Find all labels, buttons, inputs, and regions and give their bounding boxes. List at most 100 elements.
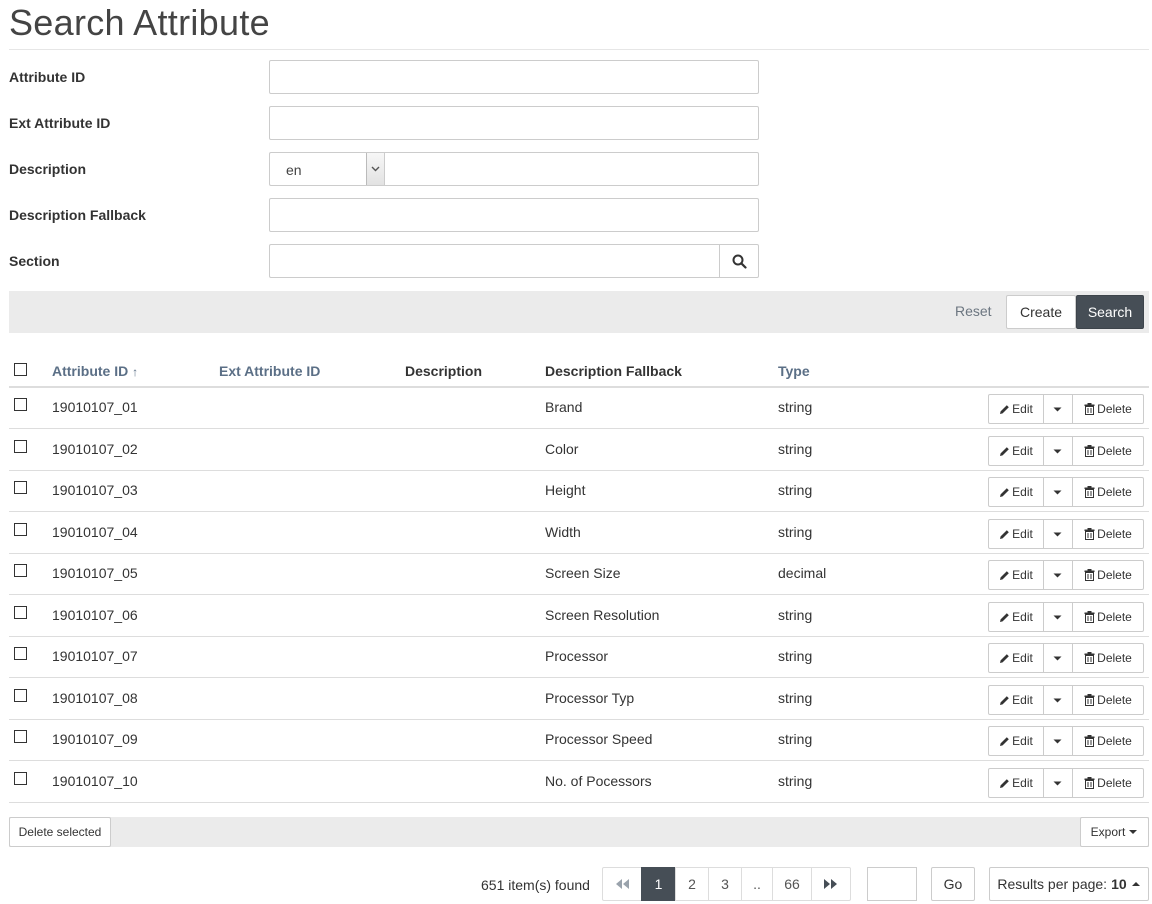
row-actions-dropdown-button[interactable]	[1043, 643, 1073, 673]
row-actions-dropdown-button[interactable]	[1043, 477, 1073, 507]
delete-label: Delete	[1097, 444, 1132, 458]
row-actions-dropdown-button[interactable]	[1043, 768, 1073, 798]
delete-button[interactable]: Delete	[1072, 477, 1144, 507]
edit-button[interactable]: Edit	[988, 477, 1044, 507]
row-checkbox[interactable]	[14, 398, 27, 411]
page-button-3[interactable]: 3	[708, 867, 742, 901]
language-value: en	[286, 162, 302, 178]
row-actions-dropdown-button[interactable]	[1043, 519, 1073, 549]
delete-selected-button[interactable]: Delete selected	[9, 817, 111, 847]
results-per-page-button[interactable]: Results per page: 10	[989, 867, 1149, 901]
row-action-group: Edit Delete	[988, 560, 1144, 590]
page-button-1[interactable]: 1	[641, 867, 676, 901]
edit-button[interactable]: Edit	[988, 602, 1044, 632]
description-fallback-label: Description Fallback	[9, 207, 146, 223]
attribute-id-input[interactable]	[269, 60, 759, 94]
page-button-66[interactable]: 66	[772, 867, 812, 901]
caret-down-icon	[1053, 532, 1061, 536]
row-checkbox[interactable]	[14, 689, 27, 702]
row-checkbox[interactable]	[14, 564, 27, 577]
cell-type: string	[778, 731, 813, 747]
page-number-input[interactable]	[867, 867, 917, 901]
table-row: 19010107_03 Height string Edit Delete	[9, 471, 1149, 512]
description-fallback-input[interactable]	[269, 198, 759, 232]
column-header-type[interactable]: Type	[778, 363, 810, 379]
edit-button[interactable]: Edit	[988, 560, 1044, 590]
edit-button[interactable]: Edit	[988, 768, 1044, 798]
pagination: 1 2 3 .. 66	[602, 867, 851, 901]
cell-attribute-id: 19010107_08	[52, 690, 138, 706]
edit-label: Edit	[1012, 485, 1033, 499]
row-checkbox[interactable]	[14, 772, 27, 785]
edit-label: Edit	[1012, 734, 1033, 748]
delete-button[interactable]: Delete	[1072, 602, 1144, 632]
row-actions-dropdown-button[interactable]	[1043, 394, 1073, 424]
edit-button[interactable]: Edit	[988, 436, 1044, 466]
edit-button[interactable]: Edit	[988, 643, 1044, 673]
delete-button[interactable]: Delete	[1072, 560, 1144, 590]
edit-button[interactable]: Edit	[988, 519, 1044, 549]
cell-attribute-id: 19010107_10	[52, 773, 138, 789]
row-checkbox[interactable]	[14, 481, 27, 494]
delete-button[interactable]: Delete	[1072, 519, 1144, 549]
row-action-group: Edit Delete	[988, 436, 1144, 466]
reset-button[interactable]: Reset	[955, 303, 992, 319]
sort-ascending-icon: ↑	[132, 365, 139, 379]
section-search-button[interactable]	[719, 244, 759, 278]
cell-type: string	[778, 648, 813, 664]
trash-icon	[1084, 652, 1095, 664]
edit-button[interactable]: Edit	[988, 685, 1044, 715]
row-actions-dropdown-button[interactable]	[1043, 726, 1073, 756]
caret-down-icon	[1129, 830, 1138, 834]
last-page-button[interactable]	[811, 867, 851, 901]
table-row: 19010107_09 Processor Speed string Edit Dele…	[9, 720, 1149, 761]
row-actions-dropdown-button[interactable]	[1043, 685, 1073, 715]
row-checkbox[interactable]	[14, 440, 27, 453]
row-checkbox[interactable]	[14, 730, 27, 743]
edit-button[interactable]: Edit	[988, 394, 1044, 424]
search-icon	[732, 254, 747, 269]
edit-label: Edit	[1012, 651, 1033, 665]
table-row: 19010107_02 Color string Edit Delete	[9, 430, 1149, 471]
results-per-page-value: 10	[1111, 876, 1127, 892]
row-actions-dropdown-button[interactable]	[1043, 436, 1073, 466]
section-input[interactable]	[269, 244, 720, 278]
pencil-icon	[1000, 695, 1009, 705]
row-checkbox[interactable]	[14, 606, 27, 619]
select-all-checkbox[interactable]	[14, 363, 27, 376]
page-button-2[interactable]: 2	[675, 867, 709, 901]
delete-button[interactable]: Delete	[1072, 436, 1144, 466]
row-actions-dropdown-button[interactable]	[1043, 602, 1073, 632]
row-actions-dropdown-button[interactable]	[1043, 560, 1073, 590]
create-button[interactable]: Create	[1006, 295, 1076, 329]
column-header-ext-attribute-id[interactable]: Ext Attribute ID	[219, 363, 320, 379]
delete-button[interactable]: Delete	[1072, 685, 1144, 715]
cell-attribute-id: 19010107_02	[52, 441, 138, 457]
search-button[interactable]: Search	[1076, 295, 1144, 329]
ext-attribute-id-input[interactable]	[269, 106, 759, 140]
first-page-button[interactable]	[602, 867, 642, 901]
edit-label: Edit	[1012, 610, 1033, 624]
double-chevron-left-icon	[616, 879, 629, 889]
cell-type: string	[778, 607, 813, 623]
delete-button[interactable]: Delete	[1072, 643, 1144, 673]
table-row: 19010107_10 No. of Pocessors string Edit Del…	[9, 762, 1149, 803]
caret-down-icon	[1053, 656, 1061, 660]
edit-label: Edit	[1012, 693, 1033, 707]
cell-attribute-id: 19010107_04	[52, 524, 138, 540]
delete-button[interactable]: Delete	[1072, 768, 1144, 798]
delete-button[interactable]: Delete	[1072, 394, 1144, 424]
go-button[interactable]: Go	[931, 867, 975, 901]
description-input[interactable]	[384, 152, 759, 186]
row-checkbox[interactable]	[14, 647, 27, 660]
delete-label: Delete	[1097, 402, 1132, 416]
cell-description-fallback: Brand	[545, 399, 583, 415]
description-language-select[interactable]: en	[269, 152, 384, 186]
column-header-attribute-id[interactable]: Attribute ID ↑	[52, 363, 138, 379]
edit-button[interactable]: Edit	[988, 726, 1044, 756]
delete-button[interactable]: Delete	[1072, 726, 1144, 756]
export-button[interactable]: Export	[1080, 817, 1149, 847]
caret-down-icon	[1053, 739, 1061, 743]
row-checkbox[interactable]	[14, 523, 27, 536]
page-ellipsis: ..	[741, 867, 773, 901]
